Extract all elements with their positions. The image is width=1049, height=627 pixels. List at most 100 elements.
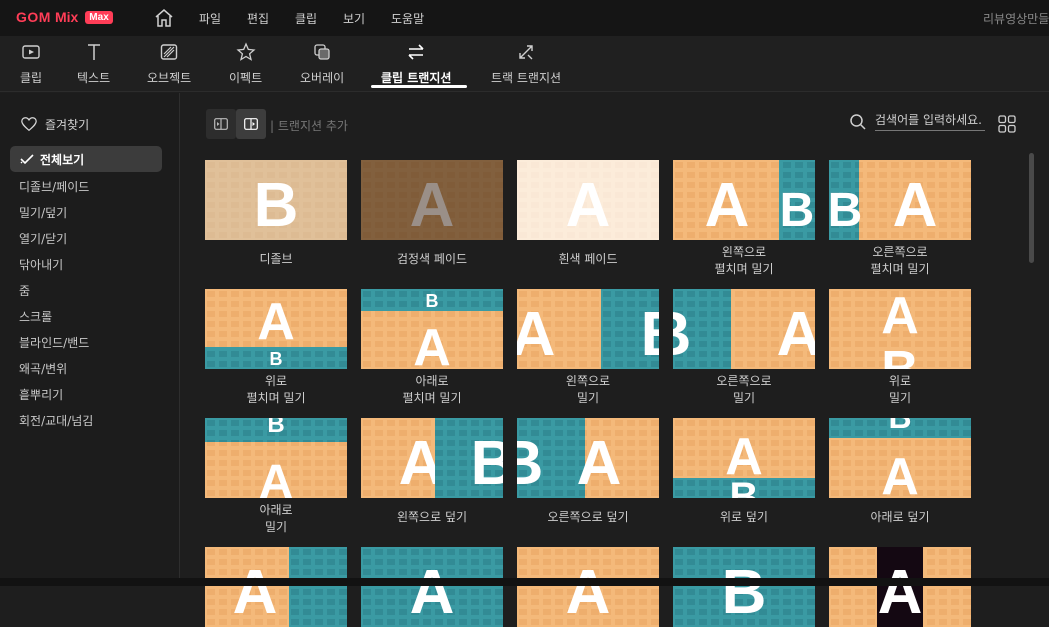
sidebar-item-scroll[interactable]: 스크롤 — [19, 308, 52, 325]
transition-label-line: 밀기 — [264, 520, 288, 534]
project-title: 리뷰영상만들 — [983, 12, 1049, 26]
transition-label-line: 위로 — [264, 374, 288, 388]
tab-clip-transition[interactable]: 클립 트랜지션 — [381, 42, 451, 86]
tab-clip-label: 클립 — [20, 71, 43, 85]
transition-thumbnail[interactable]: A — [205, 547, 347, 627]
transition-thumbnail[interactable]: A — [361, 547, 503, 627]
sidebar-item-rotate[interactable]: 회전/교대/넘김 — [19, 412, 93, 429]
home-icon[interactable] — [154, 8, 174, 28]
sidebar-item-open-close[interactable]: 열기/닫기 — [19, 230, 67, 247]
transition-thumbnail[interactable]: A — [517, 547, 659, 627]
tab-effect[interactable]: 이펙트 — [229, 42, 262, 86]
transition-label-line: 오른쪽으로 덮기 — [547, 510, 629, 524]
transition-thumbnail[interactable]: B — [673, 547, 815, 627]
transition-thumbnail[interactable]: BA — [361, 289, 503, 369]
transition-thumbnail[interactable]: AB — [361, 418, 503, 498]
sidebar-item-push-cover[interactable]: 밀기/덮기 — [19, 204, 67, 221]
thumbnail-image: BA — [829, 418, 971, 498]
clip-transition-icon — [408, 44, 424, 60]
sidebar-item-all-label: 전체보기 — [40, 152, 85, 167]
transition-label-line: 밀기 — [576, 391, 600, 405]
transition-thumbnail[interactable]: AB — [673, 418, 815, 498]
transition-label: 위로 덮기 — [673, 509, 815, 526]
transition-label-line: 검정색 페이드 — [396, 252, 468, 266]
transition-label: 검정색 페이드 — [361, 251, 503, 268]
thumbnail-image: AB — [205, 289, 347, 369]
scrollbar[interactable] — [1029, 153, 1034, 263]
search-input[interactable] — [875, 113, 985, 131]
thumbnail-image: BA — [829, 160, 971, 240]
transition-thumbnail[interactable]: AB — [517, 289, 659, 369]
transition-label-line: 아래로 — [259, 503, 293, 517]
effect-icon — [236, 42, 256, 61]
svg-text:B: B — [829, 184, 862, 237]
transition-label-line: 밀기 — [732, 391, 756, 405]
check-icon — [20, 154, 34, 165]
svg-text:B: B — [270, 349, 283, 369]
thumbnail-image: A — [517, 547, 659, 627]
svg-text:A: A — [777, 300, 815, 369]
transition-thumbnail[interactable]: A — [829, 547, 971, 627]
tab-track-transition[interactable]: 트랙 트랜지션 — [491, 42, 561, 86]
sidebar-item-dissolve-fade[interactable]: 디졸브/페이드 — [19, 178, 89, 195]
transition-thumbnail[interactable]: AB — [673, 160, 815, 240]
tab-clip[interactable]: 클립 — [20, 42, 42, 86]
apply-left-button[interactable] — [206, 109, 236, 139]
thumbnail-image: A — [361, 160, 503, 240]
menu-clip[interactable]: 클립 — [295, 10, 317, 27]
menu-file[interactable]: 파일 — [199, 10, 221, 27]
svg-text:A: A — [893, 171, 938, 240]
transition-label: 오른쪽으로밀기 — [673, 373, 815, 407]
menu-bar: GOM Mix Max 파일 편집 클립 보기 도움말 리뷰영상만들 — [0, 0, 1049, 36]
sidebar-item-all[interactable]: 전체보기 — [10, 146, 162, 172]
transition-label-line: 왼쪽으로 — [565, 374, 611, 388]
favorites-item[interactable]: 즐겨찾기 — [20, 115, 89, 133]
sidebar-item-distort[interactable]: 왜곡/변위 — [19, 360, 67, 377]
transition-label-line: 펼치며 밀기 — [870, 262, 930, 276]
transition-thumbnail[interactable]: BA — [829, 418, 971, 498]
transition-label: 왼쪽으로밀기 — [517, 373, 659, 407]
transition-thumbnail[interactable]: BA — [517, 418, 659, 498]
transition-thumbnail[interactable]: A — [361, 160, 503, 240]
svg-text:A: A — [410, 558, 455, 627]
tab-overlay[interactable]: 오버레이 — [300, 42, 344, 86]
toolbar: 클립 텍스트 오브젝트 이펙트 오버레이 클립 트랜지션 트랙 트랜지션 — [0, 36, 1049, 92]
transition-label-line: 오른쪽으로 — [716, 374, 772, 388]
sidebar-item-zoom[interactable]: 줌 — [19, 282, 30, 299]
track-transition-icon — [519, 45, 533, 60]
svg-text:B: B — [881, 341, 919, 369]
category-sidebar: 즐겨찾기 전체보기 디졸브/페이드 밀기/덮기 열기/닫기 닦아내기 줌 스크롤… — [0, 93, 180, 586]
transition-thumbnail[interactable]: B — [205, 160, 347, 240]
svg-text:B: B — [267, 418, 284, 438]
sidebar-item-scatter[interactable]: 흩뿌리기 — [19, 386, 63, 403]
transition-thumbnail[interactable]: BA — [829, 160, 971, 240]
transition-label: 왼쪽으로 펼치며 밀기 — [673, 244, 815, 278]
tab-overlay-label: 오버레이 — [300, 71, 345, 85]
transition-thumbnail[interactable]: A — [517, 160, 659, 240]
menu-edit[interactable]: 편집 — [247, 10, 269, 27]
thumbnail-image: B — [673, 547, 815, 627]
thumbnail-image: AB — [673, 160, 815, 240]
logo-gom: GOM — [16, 9, 51, 25]
add-transition-label: | 트랜지션 추가 — [270, 119, 348, 133]
svg-text:A: A — [259, 456, 294, 498]
apply-right-button[interactable] — [236, 109, 266, 139]
transition-thumbnail[interactable]: BA — [673, 289, 815, 369]
thumbnail-image: A — [205, 547, 347, 627]
thumbnail-image: BA — [673, 289, 815, 369]
favorites-label: 즐겨찾기 — [45, 117, 90, 132]
grid-icon — [998, 115, 1016, 133]
transition-thumbnail[interactable]: BA — [205, 418, 347, 498]
transition-thumbnail[interactable]: AB — [205, 289, 347, 369]
search-icon[interactable] — [849, 113, 867, 131]
menu-help[interactable]: 도움말 — [391, 10, 424, 27]
tab-text[interactable]: 텍스트 — [77, 42, 110, 86]
svg-text:A: A — [577, 429, 622, 498]
tab-object[interactable]: 오브젝트 — [147, 42, 191, 86]
sidebar-item-blind-band[interactable]: 블라인드/밴드 — [19, 334, 89, 351]
sidebar-item-wipe[interactable]: 닦아내기 — [19, 256, 63, 273]
grid-view-button[interactable] — [998, 115, 1016, 137]
transition-thumbnail[interactable]: AB — [829, 289, 971, 369]
transition-label-line: 흰색 페이드 — [558, 252, 618, 266]
menu-view[interactable]: 보기 — [343, 10, 365, 27]
